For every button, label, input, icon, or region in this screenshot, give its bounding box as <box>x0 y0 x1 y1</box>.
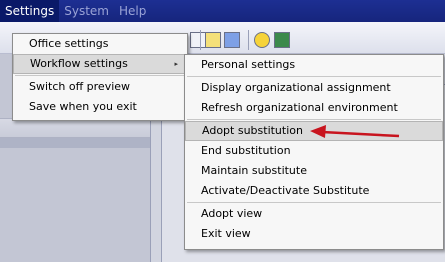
annotation-arrow-icon <box>310 125 400 138</box>
annotation-arrow-head <box>310 125 326 138</box>
annotation-arrow-line <box>321 130 400 138</box>
